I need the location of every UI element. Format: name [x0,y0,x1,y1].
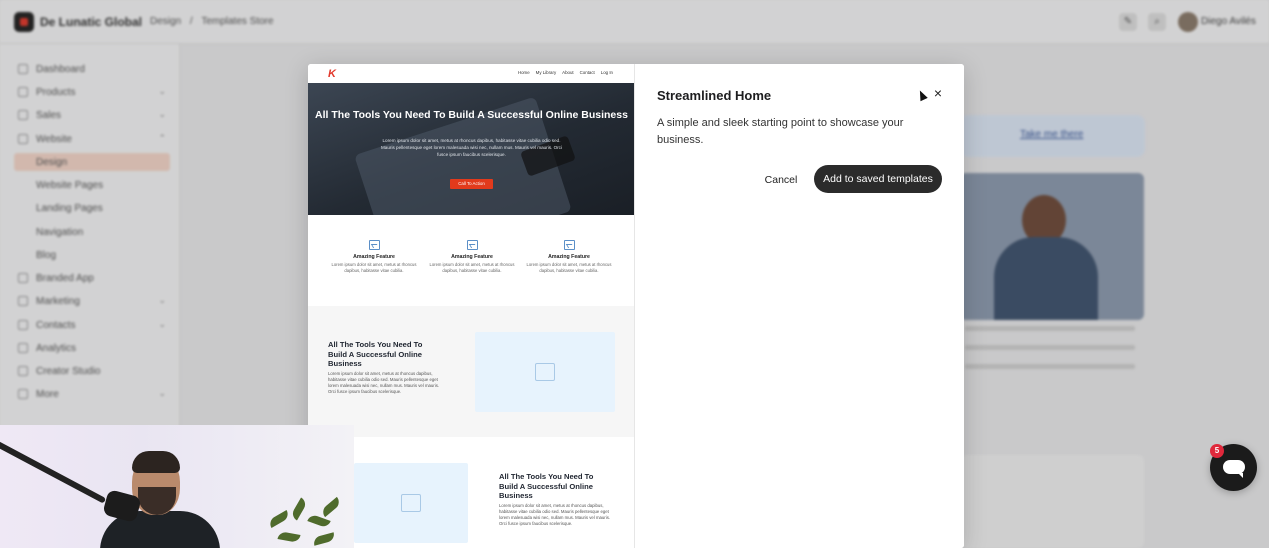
mic-arm [0,437,107,504]
webcam-overlay [0,425,354,548]
template-info-panel: Streamlined Home × A simple and sleek st… [635,64,964,548]
chat-icon [1223,460,1245,478]
cancel-button[interactable]: Cancel [757,168,805,192]
plant [258,495,354,548]
feature-text: Lorem ipsum dolor sit amet, metus at rho… [526,262,612,273]
preview-feature: Amazing Feature Lorem ipsum dolor sit am… [523,240,615,273]
template-preview: K Home My Library About Contact Log In A… [308,64,635,548]
feature-title: Amazing Feature [451,254,493,260]
image-icon [466,240,478,250]
feature-title: Amazing Feature [548,254,590,260]
feature-title: Amazing Feature [353,254,395,260]
image-placeholder [475,332,615,412]
image-icon [401,494,421,512]
preview-logo: K [328,68,336,80]
section-text: Lorem ipsum dolor sit amet, metus at rho… [328,371,440,394]
template-description: A simple and sleek starting point to sho… [657,117,904,146]
close-icon[interactable]: × [930,85,946,101]
feature-text: Lorem ipsum dolor sit amet, metus at rho… [331,262,417,273]
image-icon [563,240,575,250]
preview-cta-button: Call To Action [450,179,493,189]
preview-nav-links: Home My Library About Contact Log In [518,70,613,75]
template-preview-modal: K Home My Library About Contact Log In A… [308,64,964,548]
preview-feature: Amazing Feature Lorem ipsum dolor sit am… [426,240,518,273]
preview-nav-link: Home [517,70,530,75]
preview-feature: Amazing Feature Lorem ipsum dolor sit am… [328,240,420,273]
image-placeholder [354,463,468,543]
image-icon [535,363,555,381]
preview-nav-link: About [562,70,574,75]
preview-nav: K Home My Library About Contact Log In [308,64,634,83]
preview-nav-link: Log In [600,70,613,75]
section-title: All The Tools You Need To Build A Succes… [499,472,594,501]
preview-section-image-text: All The Tools You Need To Build A Succes… [308,437,634,548]
preview-hero-text: Lorem ipsum dolor sit amet, metus at rho… [380,138,562,157]
section-text: Lorem ipsum dolor sit amet, metus at rho… [499,503,611,526]
preview-section-text-image: All The Tools You Need To Build A Succes… [308,306,634,437]
preview-features: Amazing Feature Lorem ipsum dolor sit am… [308,215,634,306]
template-title: Streamlined Home [657,88,772,103]
notification-badge: 5 [1210,444,1224,458]
image-icon [368,240,380,250]
preview-nav-link: Contact [579,70,595,75]
preview-nav-link: My Library [535,70,557,75]
preview-hero: All The Tools You Need To Build A Succes… [308,83,634,215]
section-title: All The Tools You Need To Build A Succes… [328,340,423,369]
add-to-saved-templates-button[interactable]: Add to saved templates [814,165,942,193]
preview-hero-title: All The Tools You Need To Build A Succes… [315,109,628,121]
feature-text: Lorem ipsum dolor sit amet, metus at rho… [429,262,515,273]
